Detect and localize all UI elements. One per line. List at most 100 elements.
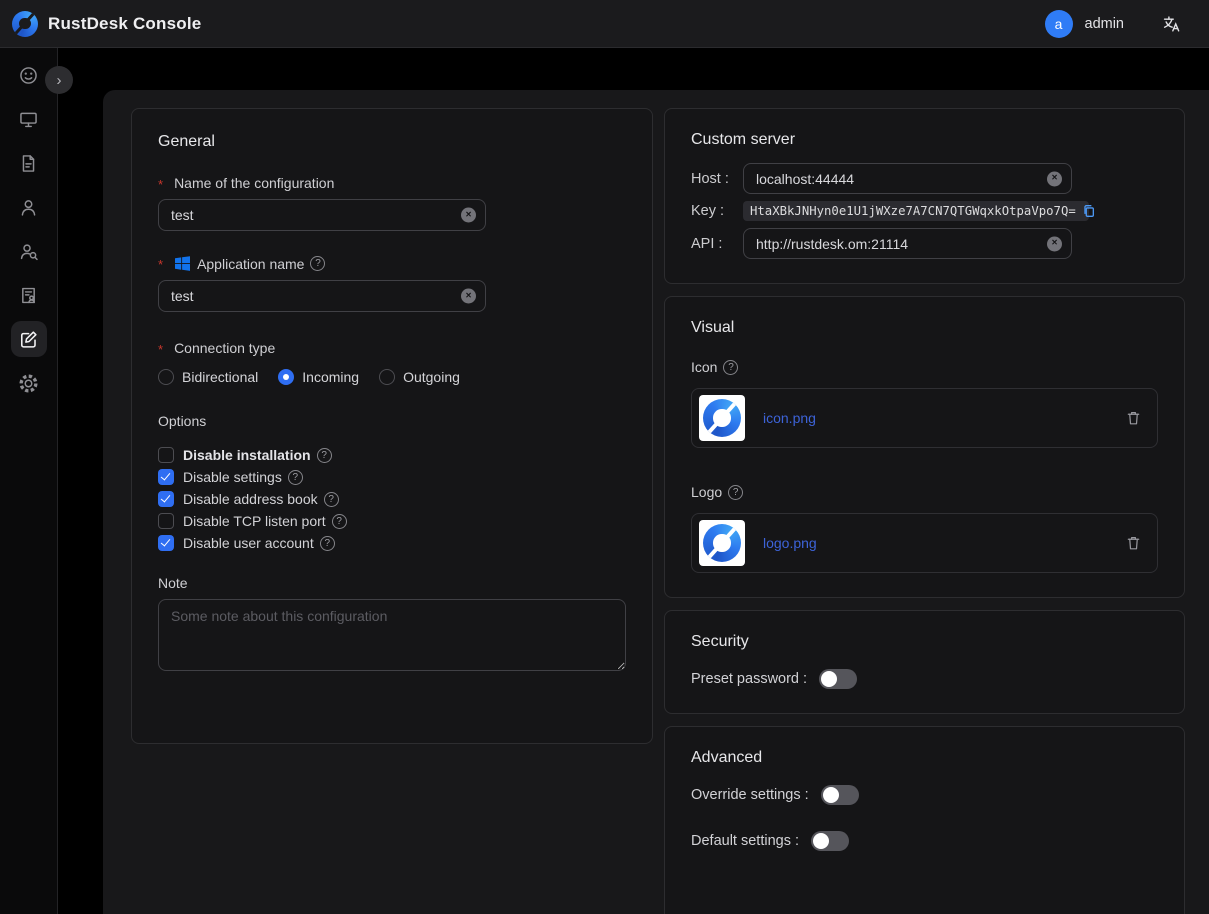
help-icon[interactable]: ?: [332, 514, 347, 529]
user-search-icon: [18, 241, 39, 262]
icon-thumbnail: [699, 395, 745, 441]
app-shell: › General Name of the configuration ×: [0, 48, 1209, 914]
translate-icon[interactable]: [1162, 14, 1181, 33]
note-label: Note: [158, 575, 626, 591]
radio-icon: [158, 369, 174, 385]
api-input[interactable]: [743, 228, 1072, 259]
security-card: Security Preset password :: [664, 610, 1185, 714]
sidebar-item-users[interactable]: [11, 189, 47, 225]
icon-upload-row: icon.png: [691, 388, 1158, 448]
checkbox-icon: [158, 491, 174, 507]
sidebar-expand-button[interactable]: ›: [45, 66, 73, 94]
rustdesk-logo-icon: [703, 399, 741, 437]
sidebar-item-devices[interactable]: [11, 101, 47, 137]
sidebar-item-audit[interactable]: [11, 277, 47, 313]
radio-bidirectional[interactable]: Bidirectional: [158, 369, 258, 385]
brand: RustDesk Console: [12, 11, 201, 37]
main-panel: General Name of the configuration × Appl…: [103, 90, 1209, 914]
checkbox-disable-user-account[interactable]: Disable user account?: [158, 535, 626, 551]
api-label: API :: [691, 236, 743, 252]
checkbox-disable-address-book[interactable]: Disable address book?: [158, 491, 626, 507]
sidebar-item-groups[interactable]: [11, 233, 47, 269]
app-title: RustDesk Console: [48, 14, 201, 34]
general-card: General Name of the configuration × Appl…: [131, 108, 653, 744]
radio-icon: [379, 369, 395, 385]
override-settings-label: Override settings :: [691, 787, 809, 803]
logo-thumbnail: [699, 520, 745, 566]
user-name[interactable]: admin: [1085, 16, 1125, 32]
edit-square-icon: [18, 329, 39, 350]
connection-type-group: Bidirectional Incoming Outgoing: [158, 369, 626, 385]
sidebar-item-custom-clients[interactable]: [11, 321, 47, 357]
key-value: HtaXBkJNHyn0e1U1jWXze7A7CN7QTGWqxkOtpaVp…: [750, 204, 1076, 218]
key-value-chip: HtaXBkJNHyn0e1U1jWXze7A7CN7QTGWqxkOtpaVp…: [743, 201, 1089, 221]
icon-filename-link[interactable]: icon.png: [763, 410, 1126, 426]
trash-icon[interactable]: [1126, 535, 1141, 551]
key-label: Key :: [691, 203, 743, 219]
app-name-input[interactable]: [158, 280, 486, 312]
checkbox-icon: [158, 469, 174, 485]
sidebar-item-documents[interactable]: [11, 145, 47, 181]
config-name-label: Name of the configuration: [158, 175, 626, 191]
radio-icon: [278, 369, 294, 385]
general-title: General: [158, 133, 626, 151]
checkbox-disable-settings[interactable]: Disable settings?: [158, 469, 626, 485]
rustdesk-logo-icon: [12, 11, 38, 37]
clear-icon[interactable]: ×: [1047, 236, 1062, 251]
help-icon[interactable]: ?: [723, 360, 738, 375]
clear-icon[interactable]: ×: [461, 289, 476, 304]
config-name-input[interactable]: [158, 199, 486, 231]
document-icon: [18, 153, 39, 174]
host-label: Host :: [691, 171, 743, 187]
help-icon[interactable]: ?: [288, 470, 303, 485]
help-icon[interactable]: ?: [310, 256, 325, 271]
preset-password-toggle[interactable]: [819, 669, 857, 689]
options-label: Options: [158, 413, 626, 429]
advanced-title: Advanced: [691, 749, 1158, 767]
gear-icon: [18, 373, 39, 394]
preset-password-label: Preset password :: [691, 671, 807, 687]
custom-server-title: Custom server: [691, 131, 1158, 149]
logo-label: Logo ?: [691, 484, 1158, 500]
help-icon[interactable]: ?: [317, 448, 332, 463]
custom-server-card: Custom server Host : × Key : HtaXBkJNHyn…: [664, 108, 1185, 284]
default-settings-label: Default settings :: [691, 833, 799, 849]
advanced-card: Advanced Override settings : Default set…: [664, 726, 1185, 914]
connection-type-label: Connection type: [158, 340, 626, 356]
copy-icon[interactable]: [1082, 204, 1095, 218]
sidebar: [0, 48, 58, 914]
user-icon: [18, 197, 39, 218]
rustdesk-logo-icon: [703, 524, 741, 562]
monitor-icon: [18, 109, 39, 130]
checkbox-icon: [158, 513, 174, 529]
note-textarea[interactable]: [158, 599, 626, 671]
default-settings-toggle[interactable]: [811, 831, 849, 851]
clear-icon[interactable]: ×: [1047, 171, 1062, 186]
avatar[interactable]: a: [1045, 10, 1073, 38]
document-user-icon: [18, 285, 39, 306]
sidebar-item-smiley[interactable]: [11, 57, 47, 93]
security-title: Security: [691, 633, 1158, 651]
checkbox-disable-tcp-listen-port[interactable]: Disable TCP listen port?: [158, 513, 626, 529]
logo-filename-link[interactable]: logo.png: [763, 535, 1126, 551]
help-icon[interactable]: ?: [728, 485, 743, 500]
override-settings-toggle[interactable]: [821, 785, 859, 805]
smiley-icon: [18, 65, 39, 86]
checkbox-disable-installation[interactable]: Disable installation?: [158, 447, 626, 463]
icon-label: Icon ?: [691, 359, 1158, 375]
windows-logo-icon: [174, 255, 191, 272]
checkbox-icon: [158, 447, 174, 463]
visual-card: Visual Icon ? icon.png: [664, 296, 1185, 598]
logo-upload-row: logo.png: [691, 513, 1158, 573]
help-icon[interactable]: ?: [320, 536, 335, 551]
visual-title: Visual: [691, 319, 1158, 337]
trash-icon[interactable]: [1126, 410, 1141, 426]
clear-icon[interactable]: ×: [461, 208, 476, 223]
radio-incoming[interactable]: Incoming: [278, 369, 359, 385]
sidebar-item-settings[interactable]: [11, 365, 47, 401]
checkbox-icon: [158, 535, 174, 551]
radio-outgoing[interactable]: Outgoing: [379, 369, 460, 385]
app-name-label: Application name ?: [158, 255, 626, 272]
host-input[interactable]: [743, 163, 1072, 194]
help-icon[interactable]: ?: [324, 492, 339, 507]
